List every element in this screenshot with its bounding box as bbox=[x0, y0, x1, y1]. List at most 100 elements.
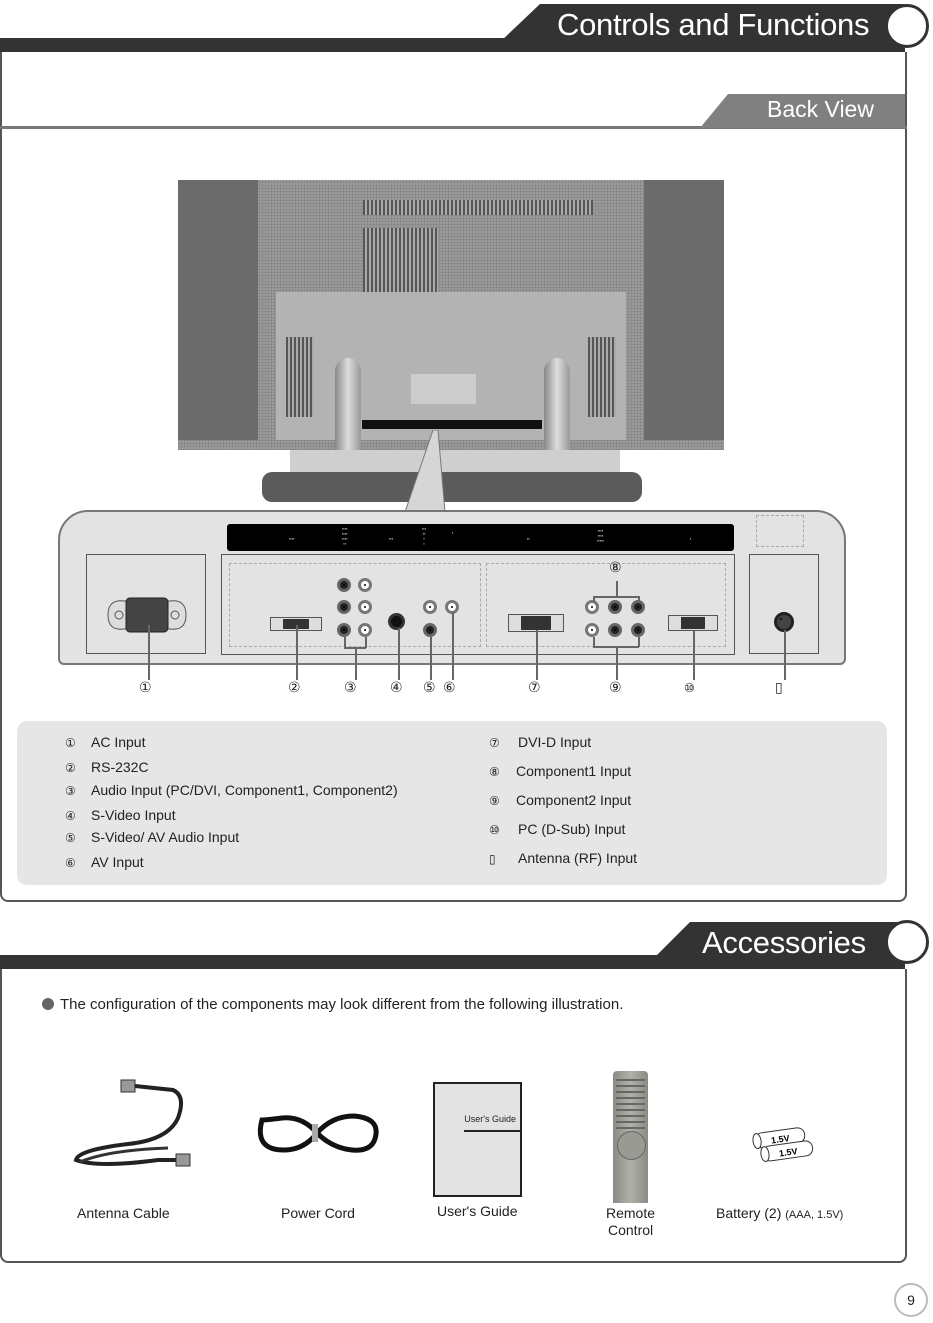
legend-item: ⑤ S-Video/ AV Audio Input bbox=[65, 829, 239, 845]
legend-label: PC (D-Sub) Input bbox=[518, 821, 626, 837]
legend-label: AV Input bbox=[91, 854, 144, 870]
legend-num: ⑤ bbox=[65, 831, 76, 845]
leader-line bbox=[616, 646, 618, 680]
legend-num: ① bbox=[65, 736, 76, 750]
legend-num: ⑧ bbox=[489, 765, 500, 779]
ac-socket-icon bbox=[107, 597, 187, 633]
antenna-cable-icon bbox=[73, 1079, 191, 1167]
antenna-port-icon bbox=[774, 612, 794, 632]
battery-detail: (AAA, 1.5V) bbox=[785, 1209, 844, 1221]
section-title: Accessories bbox=[702, 925, 866, 960]
legend-item: ① AC Input bbox=[65, 734, 145, 750]
callout-11: ▯ bbox=[775, 680, 783, 696]
component-jack-icon bbox=[608, 623, 622, 637]
audio-jack-icon bbox=[337, 623, 351, 637]
header-circle-icon bbox=[885, 4, 929, 48]
legend-item: ⑧ Component1 Input bbox=[489, 763, 631, 779]
leader-line bbox=[296, 625, 298, 680]
subsection-title: Back View bbox=[767, 96, 874, 122]
vent bbox=[588, 337, 616, 417]
leader-line bbox=[593, 596, 595, 602]
group-outline bbox=[229, 563, 481, 647]
callout-5: ⑤ bbox=[423, 680, 436, 696]
component-jack-icon bbox=[631, 600, 645, 614]
legend-label: Component2 Input bbox=[516, 792, 632, 808]
legend-item: ④ S-Video Input bbox=[65, 807, 176, 823]
audio-jack-icon bbox=[358, 578, 372, 592]
vent bbox=[363, 200, 593, 215]
legend-item: ⑥ AV Input bbox=[65, 854, 144, 870]
legend-num: ② bbox=[65, 761, 76, 775]
accessory-label: Antenna Cable bbox=[77, 1205, 170, 1221]
legend-item: ⑨ Component2 Input bbox=[489, 792, 631, 808]
accessory-label: Control bbox=[608, 1222, 654, 1238]
legend-item: ⑦ DVI-D Input bbox=[489, 734, 591, 750]
audio-jack-icon bbox=[423, 623, 437, 637]
callout-8: ⑧ bbox=[609, 560, 622, 576]
leader-line bbox=[430, 637, 432, 680]
accessory-label: Remote bbox=[606, 1205, 656, 1221]
legend-item: ⑩ PC (D-Sub) Input bbox=[489, 821, 625, 837]
legend-num: ③ bbox=[65, 784, 76, 798]
battery-label: Battery (2) bbox=[716, 1205, 782, 1221]
legend-num: ▯ bbox=[489, 852, 496, 866]
page-number: 9 bbox=[894, 1283, 928, 1317]
remote-control-icon bbox=[613, 1071, 648, 1203]
legend-num: ⑨ bbox=[489, 794, 500, 808]
battery-icon: 1.5V 1.5V bbox=[752, 1127, 814, 1163]
callout-3: ③ bbox=[344, 680, 357, 696]
leader-line bbox=[355, 647, 357, 680]
connector-label-strip: ▪▪▪▪ ▪▪▪▪ ▪▪▪▪ ▪▪▪▪ ▪▪ ▪▪▪ ▪▪▪ ▪▪ ▪ ▪ ▪ ▪▪ ▪▪▪… bbox=[227, 524, 734, 551]
page-title: Controls and Functions bbox=[557, 7, 870, 42]
svideo-port-icon bbox=[388, 613, 405, 630]
legend-num: ⑦ bbox=[489, 736, 500, 750]
leader-line bbox=[365, 637, 367, 648]
header-circle-icon bbox=[885, 920, 929, 964]
callout-9: ⑨ bbox=[609, 680, 622, 696]
tv-rear-panel bbox=[276, 292, 626, 440]
legend-label: AC Input bbox=[91, 734, 146, 750]
tv-body bbox=[178, 180, 724, 498]
leader-line bbox=[784, 630, 786, 680]
component-jack-icon bbox=[608, 600, 622, 614]
legend-label: RS-232C bbox=[91, 759, 149, 775]
accessory-label: Battery (2) (AAA, 1.5V) bbox=[716, 1205, 843, 1221]
tv-speaker-right bbox=[644, 180, 724, 440]
audio-jack-icon bbox=[337, 578, 351, 592]
legend-item: ③ Audio Input (PC/DVI, Component1, Compon… bbox=[65, 782, 398, 798]
note-text: The configuration of the components may … bbox=[60, 996, 624, 1013]
label-plate bbox=[411, 374, 476, 404]
guide-cover-text: User's Guide bbox=[464, 1114, 516, 1124]
component-jack-icon bbox=[585, 623, 599, 637]
callout-2: ② bbox=[288, 680, 301, 696]
legend-label: S-Video Input bbox=[91, 807, 176, 823]
legend-label: Audio Input (PC/DVI, Component1, Compone… bbox=[91, 782, 398, 798]
remote-buttons bbox=[616, 1075, 645, 1129]
leader-line bbox=[452, 612, 454, 680]
tv-speaker-left bbox=[178, 180, 258, 440]
callout-4: ④ bbox=[390, 680, 403, 696]
leader-line bbox=[398, 628, 400, 680]
accessory-label: Power Cord bbox=[281, 1205, 355, 1221]
accessories-note: The configuration of the components may … bbox=[42, 996, 623, 1013]
vent bbox=[363, 228, 438, 298]
leader-line bbox=[536, 630, 538, 680]
legend-label: DVI-D Input bbox=[518, 734, 592, 750]
tv-connector-strip bbox=[362, 420, 542, 429]
bullet-icon bbox=[42, 998, 54, 1010]
audio-jack-icon bbox=[358, 623, 372, 637]
callout-6: ⑥ bbox=[443, 680, 456, 696]
users-guide-icon: User's Guide bbox=[433, 1082, 522, 1197]
ant-label-box bbox=[756, 515, 804, 547]
legend-num: ⑥ bbox=[65, 856, 76, 870]
callout-1: ① bbox=[139, 680, 152, 696]
legend-item: ▯ Antenna (RF) Input bbox=[489, 850, 637, 866]
group-outline bbox=[486, 563, 726, 647]
zoom-callout bbox=[404, 430, 446, 512]
component-jack-icon bbox=[631, 623, 645, 637]
legend-num: ④ bbox=[65, 809, 76, 823]
audio-jack-icon bbox=[358, 600, 372, 614]
leader-line bbox=[638, 596, 640, 602]
legend-label: Antenna (RF) Input bbox=[518, 850, 638, 866]
leader-line bbox=[638, 637, 640, 647]
